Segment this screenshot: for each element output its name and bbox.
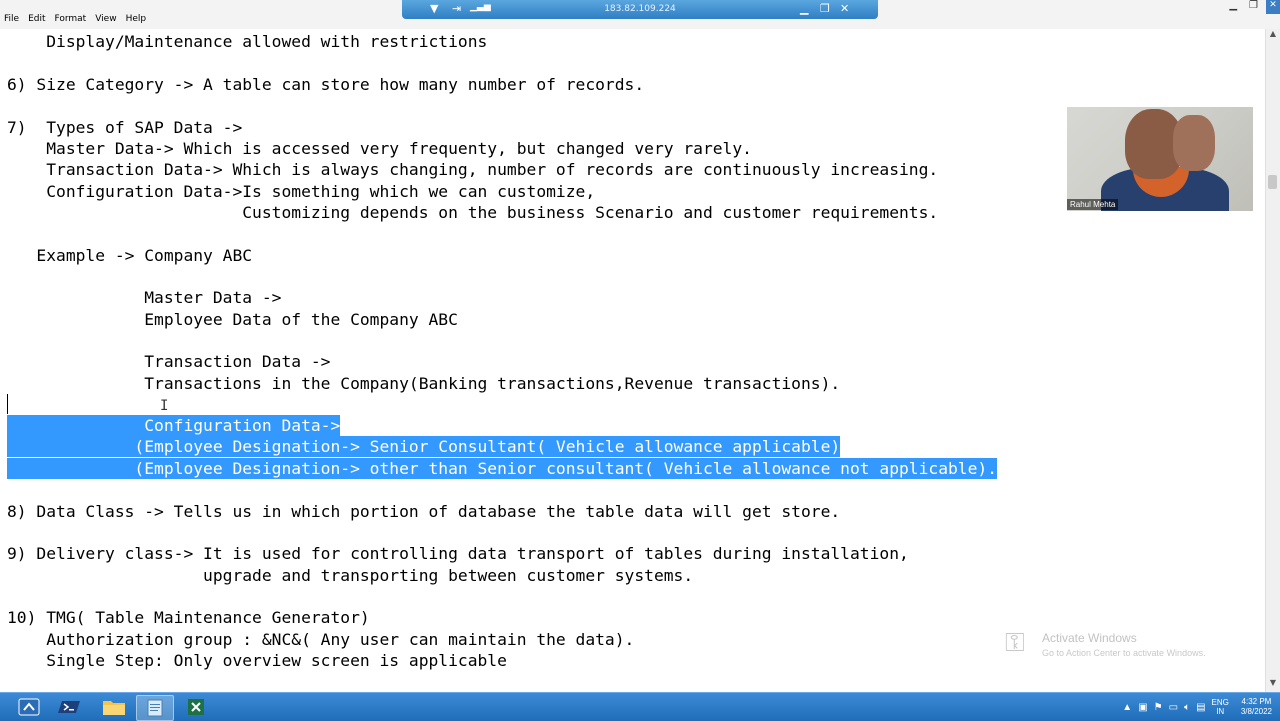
text-line: Example -> Company ABC <box>7 246 253 265</box>
text-line: 7) Types of SAP Data -> <box>7 118 243 137</box>
file-explorer-icon[interactable] <box>96 695 132 719</box>
ibeam-cursor-icon: I <box>160 398 169 414</box>
text-line: 6) Size Category -> A table can store ho… <box>7 75 645 94</box>
remote-connection-bar: ▼ ⇥ ▁▃▅ 183.82.109.224 ▁ ❐ ✕ <box>402 0 878 19</box>
scroll-up-icon[interactable]: ▲ <box>1266 29 1280 43</box>
text-line: Customizing depends on the business Scen… <box>7 203 939 222</box>
menu-bar: File Edit Format View Help ▼ ⇥ ▁▃▅ 183.8… <box>0 0 1280 30</box>
menu-help[interactable]: Help <box>126 14 147 28</box>
lang-bottom: IN <box>1216 707 1225 716</box>
tray-arrow-icon[interactable]: ▲ <box>1122 702 1132 713</box>
clock-date: 3/8/2022 <box>1240 707 1272 716</box>
input-language[interactable]: ENG IN <box>1212 698 1229 716</box>
selected-text-line: Configuration Data-> <box>7 415 341 436</box>
text-line: Transaction Data-> Which is always chang… <box>7 160 939 179</box>
watermark-subtitle: Go to Action Center to activate Windows. <box>1042 648 1206 658</box>
key-icon: ⚿ <box>1005 628 1025 658</box>
text-caret <box>7 394 8 414</box>
webcam-name-label: Rahul Mehta <box>1067 199 1119 210</box>
menu-file[interactable]: File <box>4 14 19 28</box>
text-line: upgrade and transporting between custome… <box>7 566 694 585</box>
text-line: Single Step: Only overview screen is app… <box>7 651 507 670</box>
clock[interactable]: 4:32 PM 3/8/2022 <box>1241 697 1272 717</box>
text-line: Employee Data of the Company ABC <box>7 310 458 329</box>
vertical-scrollbar[interactable]: ▲ ▼ <box>1265 29 1280 692</box>
selected-text-line: (Employee Designation-> other than Senio… <box>7 458 998 479</box>
window-minimize-icon[interactable]: ▁ <box>1229 0 1237 11</box>
webcam-video: Rahul Mehta <box>1067 107 1253 211</box>
restore-icon[interactable]: ❐ <box>820 2 830 15</box>
window-restore-icon[interactable]: ❐ <box>1249 0 1258 11</box>
close-icon[interactable]: ✕ <box>840 2 849 15</box>
text-line: Master Data-> Which is accessed very fre… <box>7 139 752 158</box>
network-icon[interactable]: ▣ <box>1138 702 1147 713</box>
text-line: Transactions in the Company(Banking tran… <box>7 374 841 393</box>
scroll-down-icon[interactable]: ▼ <box>1266 678 1280 692</box>
text-line: 8) Data Class -> Tells us in which porti… <box>7 502 841 521</box>
action-center-icon[interactable]: ⚑ <box>1154 702 1163 713</box>
text-line: 9) Delivery class-> It is used for contr… <box>7 544 909 563</box>
start-icon[interactable] <box>12 695 46 719</box>
text-line: Authorization group : &NC&( Any user can… <box>7 630 635 649</box>
menu-format[interactable]: Format <box>55 14 87 28</box>
minimize-icon[interactable]: ▁ <box>800 2 808 15</box>
activate-windows-watermark: ⚿ Activate Windows Go to Action Center t… <box>1005 628 1245 664</box>
text-line: 10) TMG( Table Maintenance Generator) <box>7 608 370 627</box>
volume-icon[interactable]: 🔈︎ <box>1184 702 1190 713</box>
text-line: Display/Maintenance allowed with restric… <box>7 32 488 51</box>
text-line: Transaction Data -> <box>7 352 331 371</box>
clock-time: 4:32 PM <box>1241 697 1272 706</box>
lang-top: ENG <box>1211 698 1229 707</box>
text-line: Master Data -> <box>7 288 282 307</box>
scroll-thumb[interactable] <box>1268 175 1277 189</box>
selected-text-line: (Employee Designation-> Senior Consultan… <box>7 436 841 457</box>
taskbar: ▲ ▣ ⚑ ▭ 🔈︎ ▤ ENG IN 4:32 PM 3/8/2022 <box>0 692 1280 721</box>
menu-edit[interactable]: Edit <box>28 14 45 28</box>
window-close-icon[interactable]: ✕ <box>1266 0 1280 14</box>
display-icon[interactable]: ▭ <box>1169 702 1178 713</box>
window-controls: ▁ ❐ <box>1229 0 1258 11</box>
network-status-icon[interactable]: ▤ <box>1196 702 1205 713</box>
excel-icon[interactable] <box>178 695 214 719</box>
notepad-icon[interactable] <box>136 695 174 721</box>
presenter-hand <box>1173 115 1215 171</box>
system-tray: ▲ ▣ ⚑ ▭ 🔈︎ ▤ ENG IN 4:32 PM 3/8/2022 <box>1122 695 1272 719</box>
menu-view[interactable]: View <box>95 14 116 28</box>
powershell-icon[interactable] <box>52 695 88 719</box>
menu: File Edit Format View Help <box>4 14 146 28</box>
watermark-title: Activate Windows <box>1042 631 1137 645</box>
text-line: Configuration Data->Is something which w… <box>7 182 596 201</box>
